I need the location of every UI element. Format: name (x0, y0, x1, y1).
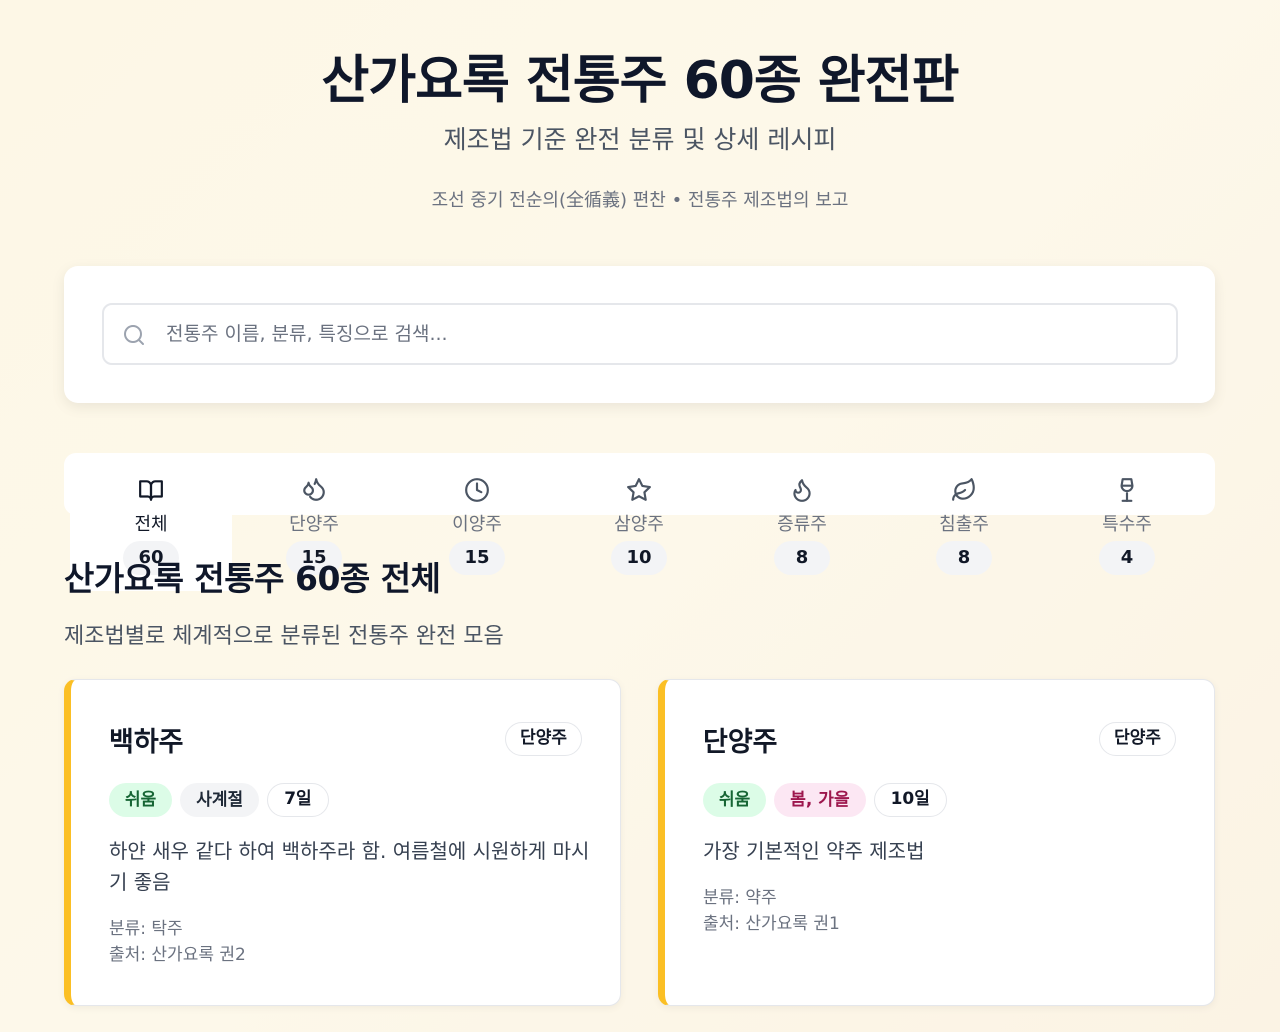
tab-label: 침출주 (939, 514, 989, 535)
difficulty-tag: 쉬움 (109, 783, 173, 817)
season-tag: 사계절 (180, 783, 260, 817)
tab-label: 전체 (134, 514, 168, 535)
difficulty-tag: 쉬움 (703, 783, 767, 817)
star-icon (627, 478, 651, 501)
leaf-icon (952, 478, 975, 501)
section-description: 제조법별로 체계적으로 분류된 전통주 완전 모음 (64, 624, 504, 649)
page-title: 산가요록 전통주 60종 완전판 (321, 51, 960, 111)
recipe-description: 하얀 새우 같다 하여 백하주라 함. 여름철에 시원하게 마시기 좋음 (109, 839, 590, 894)
recipe-card[interactable]: 단양주 단양주 쉬움 봄, 가을 10일 가장 기본적인 약주 제조법 분류: … (658, 679, 1215, 1006)
search-box[interactable] (102, 303, 1178, 365)
tab-label: 증류주 (777, 514, 827, 535)
section-title: 산가요록 전통주 60종 전체 (64, 559, 441, 598)
flame-icon (793, 479, 811, 502)
tab-jeungryuju[interactable]: 증류주 8 (721, 463, 883, 591)
tag-list: 쉬움 봄, 가을 10일 (703, 783, 947, 817)
tab-label: 이양주 (452, 514, 502, 535)
tab-count-badge: 15 (449, 541, 505, 575)
recipe-card[interactable]: 백하주 단양주 쉬움 사계절 7일 하얀 새우 같다 하여 백하주라 함. 여름… (64, 679, 621, 1006)
tab-count-badge: 8 (774, 541, 830, 575)
season-tag: 봄, 가을 (774, 783, 866, 817)
category-badge: 단양주 (505, 722, 582, 756)
tab-teuksuju[interactable]: 특수주 4 (1046, 463, 1208, 591)
tab-count-badge: 10 (611, 541, 667, 575)
tab-count-badge: 8 (936, 541, 992, 575)
recipe-source: 출처: 산가요록 권2 (109, 945, 246, 965)
recipe-type: 분류: 약주 (703, 888, 777, 908)
search-icon (124, 325, 144, 345)
tag-list: 쉬움 사계절 7일 (109, 783, 329, 817)
search-panel (64, 266, 1215, 403)
recipe-name: 단양주 (703, 727, 778, 758)
book-open-icon (139, 480, 163, 501)
search-input[interactable] (166, 305, 1156, 363)
source-note: 조선 중기 전순의(全循義) 편찬 • 전통주 제조법의 보고 (431, 190, 849, 211)
droplets-icon (303, 478, 325, 501)
category-badge: 단양주 (1099, 722, 1176, 756)
recipe-source: 출처: 산가요록 권1 (703, 914, 840, 934)
page-subtitle: 제조법 기준 완전 분류 및 상세 레시피 (443, 125, 837, 154)
recipe-description: 가장 기본적인 약주 제조법 (703, 839, 925, 863)
tab-chimchulju[interactable]: 침출주 8 (883, 463, 1045, 591)
duration-tag: 7일 (267, 783, 329, 817)
recipe-type: 분류: 탁주 (109, 919, 183, 939)
wine-glass-icon (1120, 478, 1134, 502)
tab-label: 단양주 (289, 514, 339, 535)
tab-samyangju[interactable]: 삼양주 10 (558, 463, 720, 591)
tab-label: 특수주 (1102, 514, 1152, 535)
recipe-name: 백하주 (109, 727, 184, 758)
tab-label: 삼양주 (614, 514, 664, 535)
duration-tag: 10일 (873, 783, 947, 817)
clock-icon (465, 478, 489, 502)
tab-count-badge: 4 (1099, 541, 1155, 575)
